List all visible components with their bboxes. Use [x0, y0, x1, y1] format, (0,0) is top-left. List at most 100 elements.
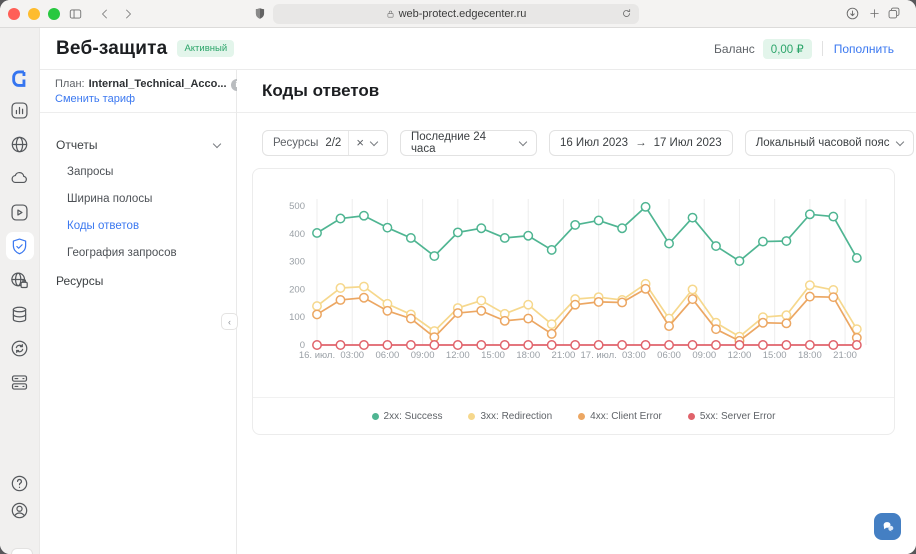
data-point[interactable]	[665, 341, 673, 349]
data-point[interactable]	[735, 341, 743, 349]
data-point[interactable]	[501, 341, 509, 349]
data-point[interactable]	[548, 246, 556, 254]
sidebar-item-reports[interactable]: Отчеты	[40, 132, 236, 158]
data-point[interactable]	[829, 212, 837, 220]
data-point[interactable]	[336, 341, 344, 349]
data-point[interactable]	[688, 295, 696, 303]
address-bar[interactable]: web-protect.edgecenter.ru	[273, 4, 639, 24]
data-point[interactable]	[360, 282, 368, 290]
data-point[interactable]	[524, 300, 532, 308]
data-point[interactable]	[759, 237, 767, 245]
data-point[interactable]	[524, 341, 532, 349]
data-point[interactable]	[782, 341, 790, 349]
zoom-window-button[interactable]	[48, 8, 60, 20]
rail-servers-icon[interactable]	[6, 368, 34, 396]
help-icon[interactable]	[6, 469, 34, 497]
data-point[interactable]	[313, 341, 321, 349]
data-point[interactable]	[806, 281, 814, 289]
data-point[interactable]	[735, 257, 743, 265]
data-point[interactable]	[594, 341, 602, 349]
rail-cloud-icon[interactable]	[6, 164, 34, 192]
data-point[interactable]	[571, 221, 579, 229]
rail-web-protection-shield-icon[interactable]	[6, 232, 34, 260]
data-point[interactable]	[336, 284, 344, 292]
data-point[interactable]	[548, 341, 556, 349]
data-point[interactable]	[712, 341, 720, 349]
data-point[interactable]	[383, 223, 391, 231]
data-point[interactable]	[618, 224, 626, 232]
legend-item[interactable]: 3xx: Redirection	[468, 411, 552, 422]
back-icon[interactable]	[99, 8, 111, 20]
data-point[interactable]	[782, 311, 790, 319]
minimize-window-button[interactable]	[28, 8, 40, 20]
resources-filter[interactable]: Ресурсы 2/2 ×	[262, 130, 388, 156]
data-point[interactable]	[477, 296, 485, 304]
data-point[interactable]	[501, 234, 509, 242]
topup-link[interactable]: Пополнить	[834, 42, 894, 56]
sidebar-toggle-icon[interactable]	[68, 7, 83, 21]
chat-button[interactable]	[874, 513, 901, 540]
data-point[interactable]	[313, 310, 321, 318]
new-tab-icon[interactable]	[868, 7, 881, 20]
data-point[interactable]	[759, 341, 767, 349]
data-point[interactable]	[806, 210, 814, 218]
privacy-shield-icon[interactable]	[253, 6, 267, 21]
data-point[interactable]	[313, 302, 321, 310]
rail-storage-icon[interactable]	[6, 300, 34, 328]
data-point[interactable]	[430, 341, 438, 349]
data-point[interactable]	[336, 296, 344, 304]
data-point[interactable]	[548, 330, 556, 338]
legend-item[interactable]: 2xx: Success	[372, 411, 443, 422]
data-point[interactable]	[454, 228, 462, 236]
legend-item[interactable]: 4xx: Client Error	[578, 411, 662, 422]
account-icon[interactable]	[6, 496, 34, 524]
rail-dns-icon[interactable]	[6, 266, 34, 294]
clear-icon[interactable]: ×	[356, 136, 364, 149]
data-point[interactable]	[407, 234, 415, 242]
close-window-button[interactable]	[8, 8, 20, 20]
data-point[interactable]	[759, 319, 767, 327]
data-point[interactable]	[829, 341, 837, 349]
data-point[interactable]	[524, 232, 532, 240]
data-point[interactable]	[806, 341, 814, 349]
rail-cdn-icon[interactable]	[6, 130, 34, 158]
response-codes-chart[interactable]: 16. июл.03:0006:0009:0012:0015:0018:0021…	[253, 169, 896, 397]
data-point[interactable]	[360, 212, 368, 220]
data-point[interactable]	[477, 224, 485, 232]
data-point[interactable]	[454, 309, 462, 317]
data-point[interactable]	[665, 239, 673, 247]
data-point[interactable]	[594, 298, 602, 306]
download-icon[interactable]	[845, 6, 860, 21]
data-point[interactable]	[571, 300, 579, 308]
data-point[interactable]	[688, 285, 696, 293]
rail-streaming-icon[interactable]	[6, 198, 34, 226]
data-point[interactable]	[665, 322, 673, 330]
data-point[interactable]	[407, 341, 415, 349]
reload-icon[interactable]	[620, 7, 633, 20]
data-point[interactable]	[712, 325, 720, 333]
rail-statistics-icon[interactable]	[6, 96, 34, 124]
data-point[interactable]	[477, 341, 485, 349]
data-point[interactable]	[360, 341, 368, 349]
data-point[interactable]	[782, 319, 790, 327]
data-point[interactable]	[641, 203, 649, 211]
expand-rail-button[interactable]: ›	[11, 548, 33, 554]
change-tariff-link[interactable]: Сменить тариф	[55, 92, 224, 107]
data-point[interactable]	[641, 285, 649, 293]
legend-item[interactable]: 5xx: Server Error	[688, 411, 776, 422]
data-point[interactable]	[360, 294, 368, 302]
data-point[interactable]	[571, 341, 579, 349]
sidebar-item-bandwidth[interactable]: Ширина полосы	[40, 185, 236, 212]
data-point[interactable]	[853, 254, 861, 262]
tab-overview-icon[interactable]	[887, 6, 901, 20]
data-point[interactable]	[782, 237, 790, 245]
data-point[interactable]	[618, 298, 626, 306]
data-point[interactable]	[336, 214, 344, 222]
data-point[interactable]	[454, 341, 462, 349]
data-point[interactable]	[407, 314, 415, 322]
data-point[interactable]	[688, 341, 696, 349]
forward-icon[interactable]	[122, 8, 134, 20]
sidebar-item-requests[interactable]: Запросы	[40, 158, 236, 185]
data-point[interactable]	[806, 292, 814, 300]
sidebar-item-request-geography[interactable]: География запросов	[40, 239, 236, 266]
